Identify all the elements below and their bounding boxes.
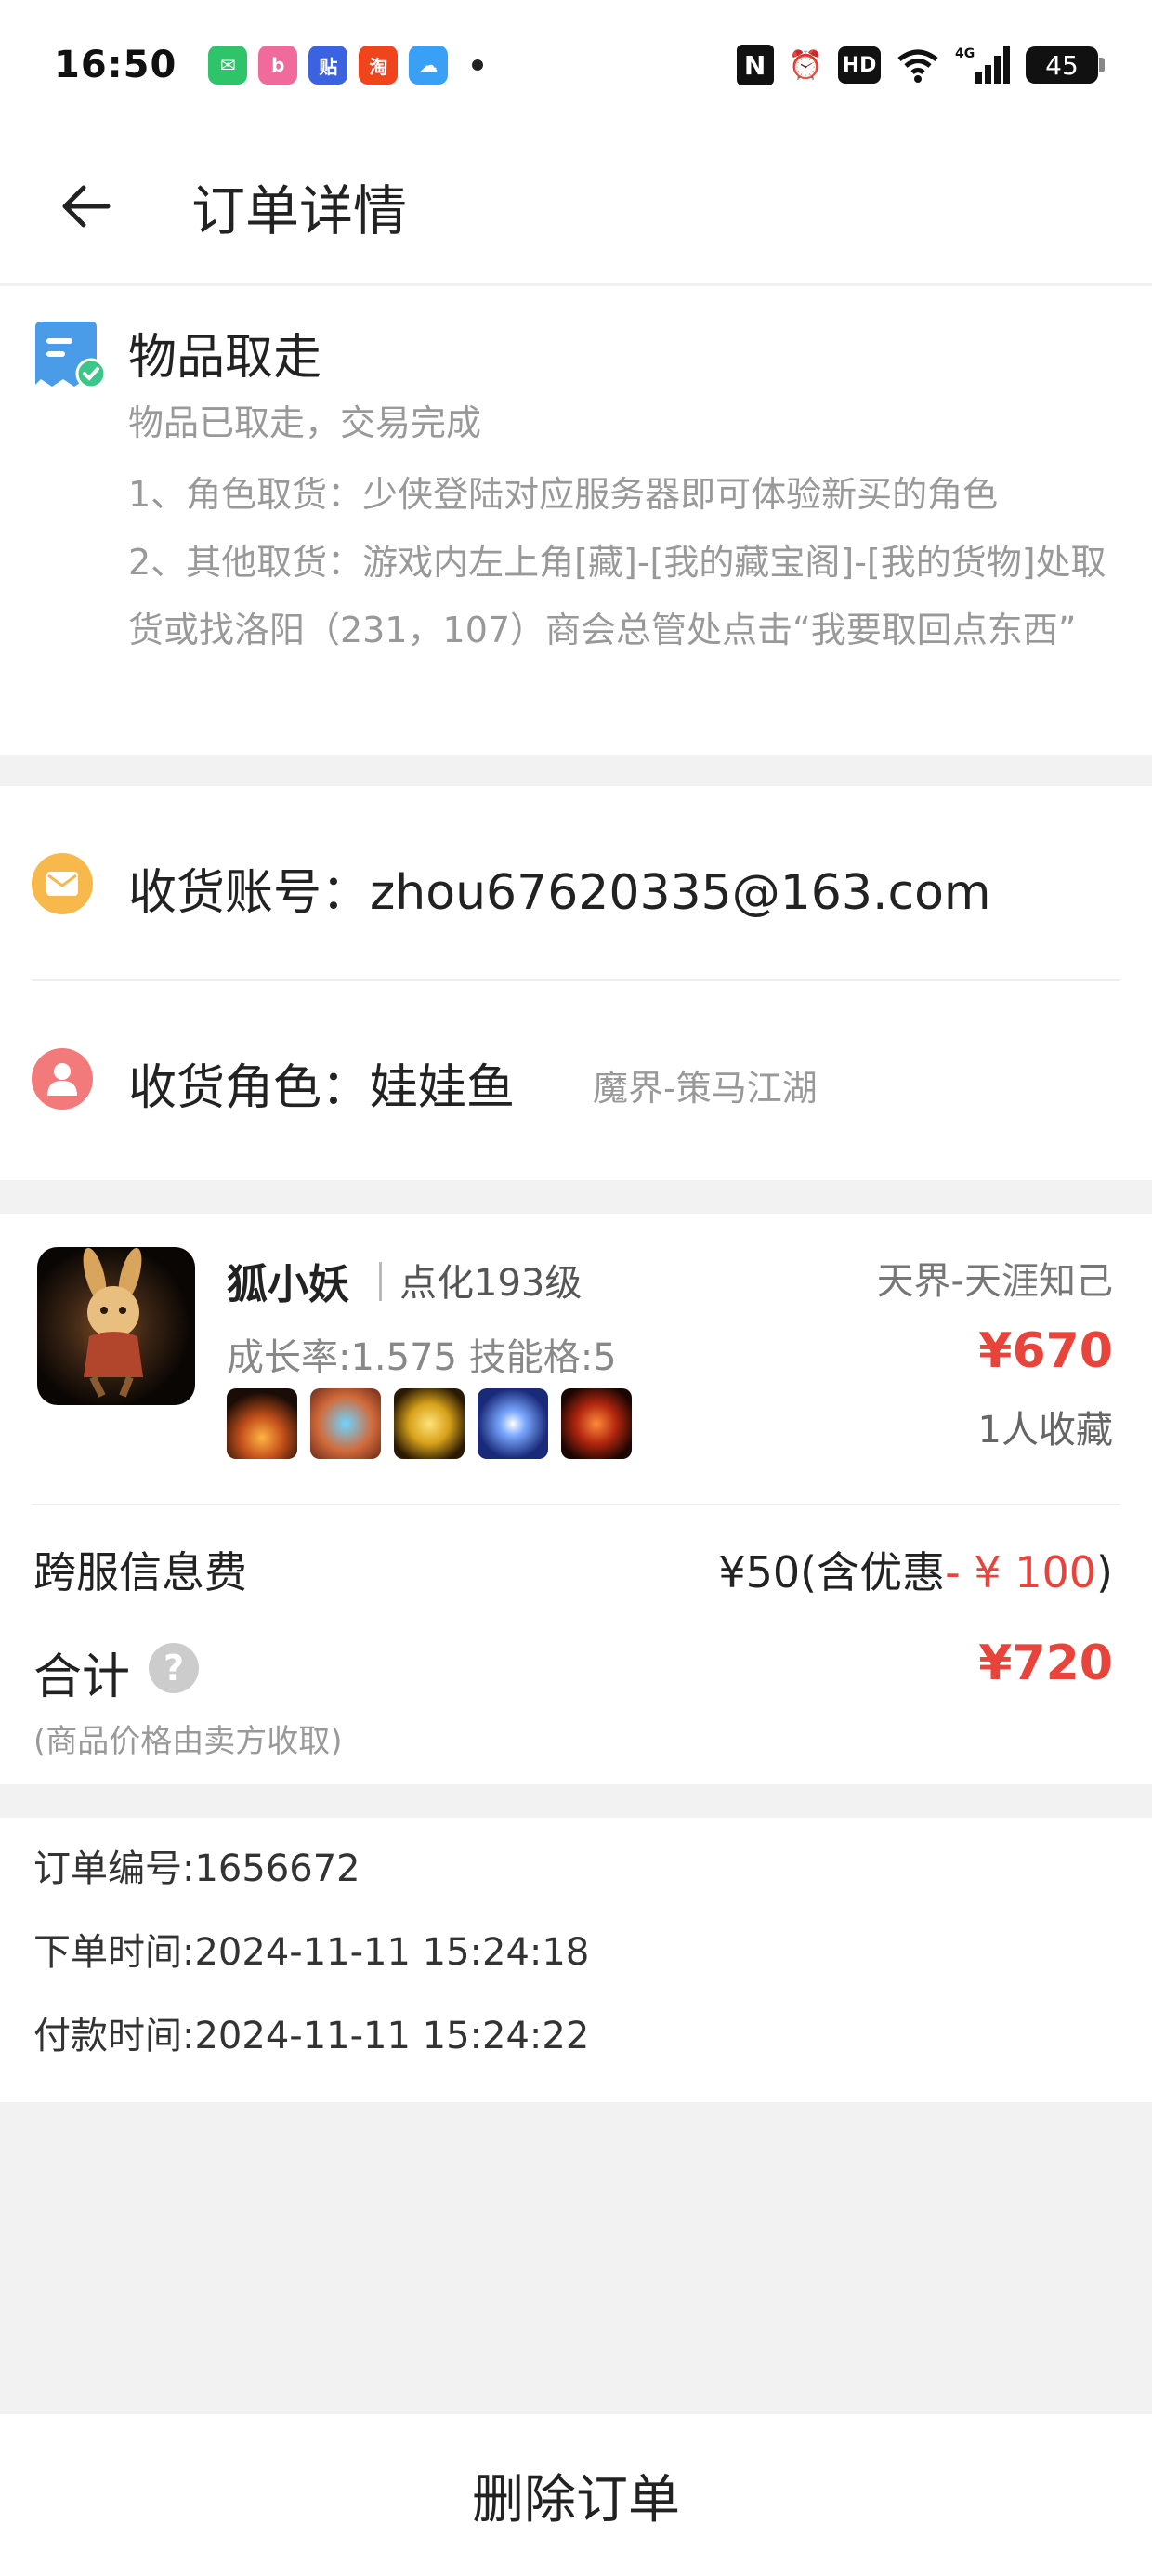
order-number: 订单编号:1656672 xyxy=(33,1847,360,1890)
nfc-icon: N xyxy=(736,45,774,85)
order-info-card: 订单编号:1656672 下单时间:2024-11-11 15:24:18 付款… xyxy=(0,1818,1152,2102)
item-server: 天界-天涯知己 xyxy=(876,1260,1113,1303)
delivery-account-label: 收货账号：zhou67620335@163.com xyxy=(128,865,991,921)
arrow-left-icon xyxy=(62,185,111,228)
battery-icon: 45 xyxy=(1026,46,1105,84)
status-time: 16:50 xyxy=(54,44,177,86)
delivery-role-label: 收货角色：娃娃鱼 xyxy=(128,1060,516,1116)
delivery-role-row: 收货角色：娃娃鱼 魔界-策马江湖 xyxy=(0,981,1152,1176)
skill-lightning-icon[interactable] xyxy=(394,1388,465,1459)
product-card: 狐小妖 点化193级 天界-天涯知己 成长率:1.575 技能格:5 ¥670 … xyxy=(0,1214,1152,1784)
mail-icon xyxy=(32,853,93,914)
cellular-signal-icon: 4G xyxy=(955,45,1011,85)
alarm-icon: ⏰ xyxy=(788,48,823,82)
pet-name: 狐小妖 xyxy=(227,1261,349,1308)
fee-amount: ¥50(含优惠 xyxy=(718,1547,946,1597)
total-note: (商品价格由卖方收取) xyxy=(33,1723,343,1760)
tieba-app-icon: 贴 xyxy=(308,46,348,85)
skill-explosion-icon[interactable] xyxy=(561,1388,632,1459)
bottom-action-bar: 删除订单 xyxy=(0,2414,1152,2576)
battery-level: 45 xyxy=(1045,49,1079,81)
message-app-icon: ✉ xyxy=(208,46,248,85)
notification-app-icons: ✉ b 贴 淘 ☁ xyxy=(208,46,484,85)
status-bar: 16:50 ✉ b 贴 淘 ☁ N ⏰ HD 4G 45 xyxy=(0,0,1152,130)
skill-list xyxy=(227,1388,632,1459)
pickup-step-2: 2、其他取货：游戏内左上角[藏]-[我的藏宝阁]-[我的货物]处取货或找洛阳（2… xyxy=(128,542,1106,651)
pet-thumbnail[interactable] xyxy=(37,1247,195,1405)
page-title: 订单详情 xyxy=(191,179,408,243)
weather-app-icon: ☁ xyxy=(409,46,449,85)
favorite-count: 1人收藏 xyxy=(977,1409,1113,1452)
pickup-status-subtitle: 物品已取走，交易完成 xyxy=(128,402,482,443)
pet-level: 点化193级 xyxy=(399,1262,583,1305)
cross-server-fee-value: ¥50(含优惠- ¥ 100) xyxy=(718,1539,1113,1600)
fee-discount: - ¥ 100 xyxy=(945,1547,1097,1597)
divider xyxy=(32,1504,1120,1505)
cross-server-fee-label: 跨服信息费 xyxy=(33,1547,247,1597)
hd-icon: HD xyxy=(838,46,881,84)
order-time: 下单时间:2024-11-11 15:24:18 xyxy=(33,1931,590,1974)
skill-light-icon[interactable] xyxy=(478,1388,548,1459)
delete-order-button[interactable]: 删除订单 xyxy=(472,2458,680,2533)
pickup-status-card: 物品取走 物品已取走，交易完成 1、角色取货：少侠登陆对应服务器即可体验新买的角… xyxy=(0,286,1152,755)
help-icon[interactable]: ? xyxy=(149,1643,199,1693)
wifi-icon xyxy=(896,45,940,85)
skill-fire-pillar-icon[interactable] xyxy=(227,1388,297,1459)
total-label: 合计 xyxy=(33,1649,131,1705)
item-price: ¥670 xyxy=(978,1323,1113,1379)
network-type-label: 4G xyxy=(955,46,975,61)
bilibili-app-icon: b xyxy=(258,46,298,85)
delivery-info-card: 收货账号：zhou67620335@163.com 收货角色：娃娃鱼 魔界-策马… xyxy=(0,786,1152,1180)
back-button[interactable] xyxy=(59,178,115,234)
delivery-account-row: 收货账号：zhou67620335@163.com xyxy=(0,786,1152,981)
pet-attributes: 成长率:1.575 技能格:5 xyxy=(227,1336,617,1379)
total-value: ¥720 xyxy=(978,1636,1113,1691)
taobao-app-icon: 淘 xyxy=(359,46,399,85)
status-indicators: N ⏰ HD 4G 45 xyxy=(736,45,1105,85)
document-check-icon xyxy=(32,320,107,394)
divider xyxy=(379,1262,382,1301)
delivery-role-server: 魔界-策马江湖 xyxy=(593,1068,818,1109)
payment-time: 付款时间:2024-11-11 15:24:22 xyxy=(33,2015,590,2057)
fee-close-paren: ) xyxy=(1096,1547,1113,1597)
user-icon xyxy=(32,1048,93,1110)
pickup-status-title: 物品取走 xyxy=(128,330,322,386)
skill-water-icon[interactable] xyxy=(310,1388,381,1459)
pickup-instructions: 1、角色取货：少侠登陆对应服务器即可体验新买的角色 2、其他取货：游戏内左上角[… xyxy=(128,461,1113,664)
more-notifications-dot xyxy=(472,59,484,71)
pickup-step-1: 1、角色取货：少侠登陆对应服务器即可体验新买的角色 xyxy=(128,474,999,515)
page-header: 订单详情 xyxy=(0,130,1152,284)
